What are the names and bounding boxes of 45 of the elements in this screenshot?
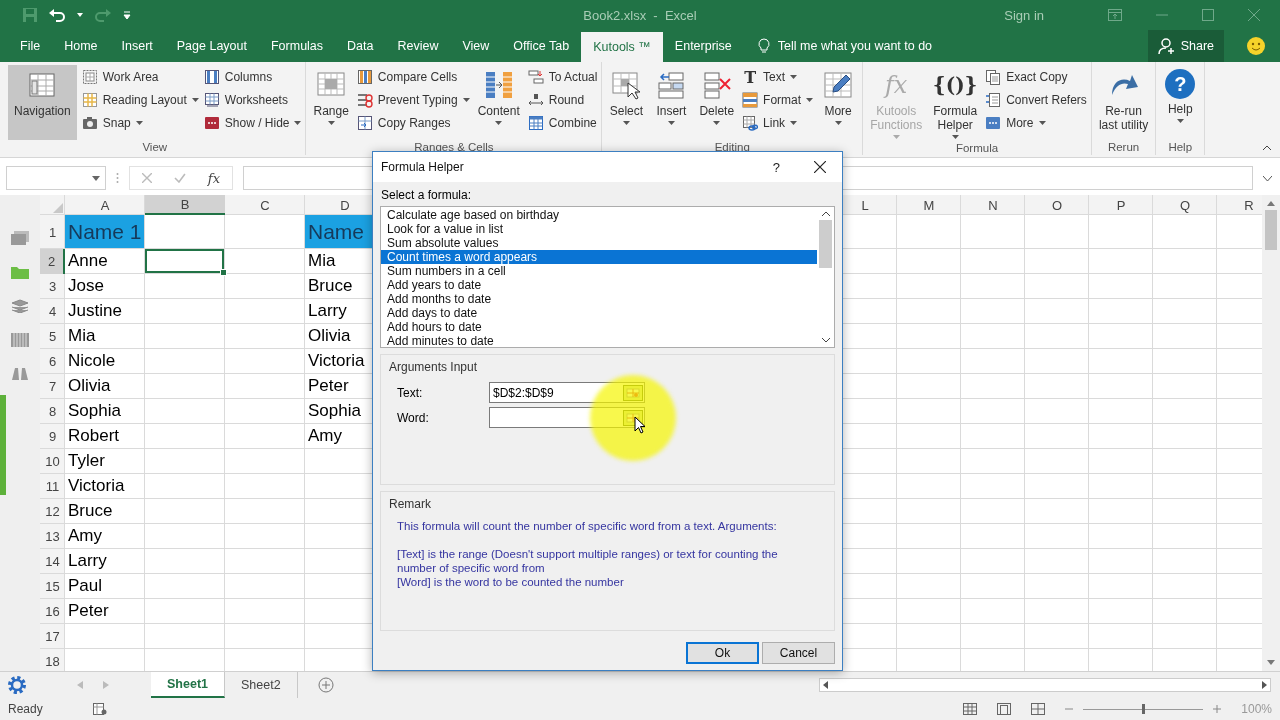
table-cell-text: Mia bbox=[67, 325, 97, 347]
table-cell-text: Sophia bbox=[307, 400, 362, 422]
remark-text: [Word] is the word to be counted the number bbox=[397, 575, 625, 589]
glyph-icon: ? bbox=[1165, 69, 1196, 99]
group-label: Help bbox=[1167, 140, 1194, 155]
group-label: View bbox=[141, 140, 169, 155]
table-cell-text: Mia bbox=[307, 250, 337, 272]
group-label: Ranges & Cells bbox=[413, 140, 495, 155]
table-cell-text: Bruce bbox=[307, 275, 354, 297]
table-cell-text: Olivia bbox=[307, 325, 352, 347]
table-cell-text: Robert bbox=[67, 425, 121, 447]
table-cell-text: Amy bbox=[307, 425, 343, 447]
remark-text: This formula will count the number of specific word from a text. Arguments: bbox=[397, 519, 778, 533]
field-label: Word: bbox=[397, 410, 430, 425]
table-cell-text: Justine bbox=[67, 300, 123, 322]
status-text: Ready bbox=[8, 702, 43, 716]
table-cell-text: Tyler bbox=[67, 450, 106, 472]
table-cell-text: Bruce bbox=[67, 500, 114, 522]
glyph-icon: T bbox=[742, 69, 759, 85]
table-cell-text: Anne bbox=[67, 250, 109, 272]
table-cell-text: Olivia bbox=[67, 375, 112, 397]
group-title: Remark bbox=[389, 497, 432, 511]
table-cell-text: Victoria bbox=[67, 475, 126, 497]
window-title: Book2.xlsx - Excel bbox=[583, 7, 697, 23]
table-cell-text: Larry bbox=[307, 300, 348, 322]
group-title: Arguments Input bbox=[389, 360, 479, 374]
glyph-icon: {()} bbox=[935, 69, 976, 101]
group-label: Editing bbox=[713, 140, 751, 155]
table-cell-text: Larry bbox=[67, 550, 108, 572]
table-cell-text: Paul bbox=[67, 575, 104, 597]
field-label: Text: bbox=[397, 385, 424, 400]
field-label: Select a formula: bbox=[381, 188, 473, 202]
table-cell: Name 1 bbox=[65, 215, 144, 248]
table-cell-text: Peter bbox=[67, 600, 110, 622]
table-cell-text: Amy bbox=[67, 525, 103, 547]
table-cell-text: Jose bbox=[67, 275, 105, 297]
group-label: Formula bbox=[954, 141, 1000, 156]
group-label: Rerun bbox=[1106, 140, 1141, 155]
table-cell-text: Victoria bbox=[307, 350, 366, 372]
dialog-title: Formula Helper bbox=[381, 160, 464, 174]
table-cell-text: Sophia bbox=[67, 400, 122, 422]
table-cell-text: Peter bbox=[307, 375, 350, 397]
table-cell-text: Nicole bbox=[67, 350, 117, 372]
remark-text: [Text] is the range (Doesn't support multiple ranges) or text for counting the number of specific word from bbox=[397, 547, 779, 575]
glyph-icon: fx bbox=[876, 69, 917, 101]
